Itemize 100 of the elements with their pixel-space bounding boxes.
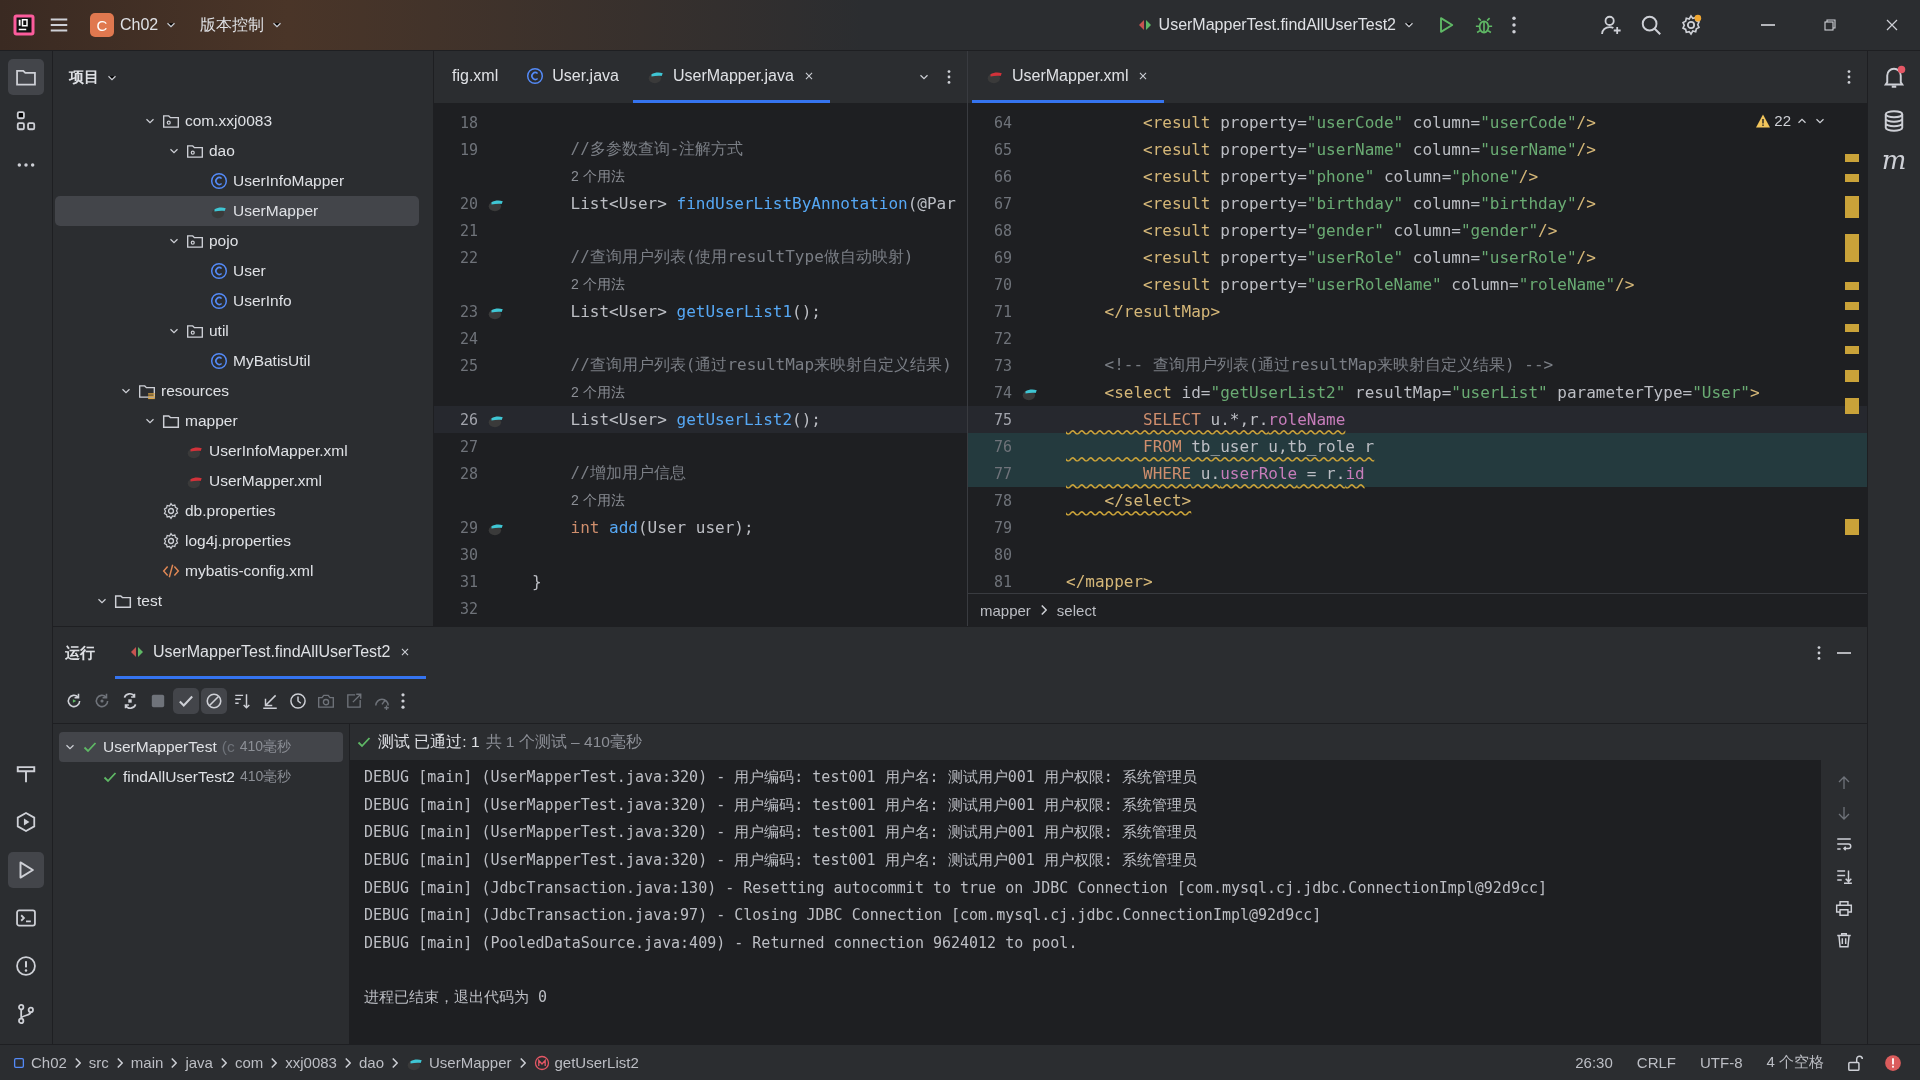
usage-hint[interactable]: 2 个用法 [532, 491, 625, 510]
class-icon [526, 66, 545, 85]
chevron-right-icon [344, 1057, 351, 1068]
path-crumb[interactable]: main [130, 1054, 164, 1071]
usage-hint[interactable]: 2 个用法 [532, 167, 625, 186]
line-number: 26 [458, 410, 478, 429]
structure-icon [15, 110, 37, 132]
caret-position[interactable]: 26:30 [1567, 1054, 1621, 1071]
rerun-icon [93, 692, 111, 710]
path-crumb[interactable]: Ch02 [12, 1054, 67, 1071]
line-ending[interactable]: CRLF [1628, 1054, 1684, 1071]
chevron-right-icon [392, 1057, 398, 1068]
console-line: DEBUG [main] (JdbcTransaction.java:130) - Resetting autocommit to true on JDBC Connection [com.mysql.cj.jdbc.ConnectionImpl@92d9cc] [364, 877, 1549, 899]
search-icon [1640, 14, 1662, 36]
indent-setting[interactable]: 4 个空格 [1758, 1053, 1832, 1072]
line-number: 73 [992, 356, 1012, 375]
tree-item[interactable]: db.properties [55, 496, 419, 526]
more-icon [947, 70, 951, 84]
console-line: DEBUG [main] (UserMapperTest.java:320) - 用户编码: test001 用户名: 测试用户001 用户权限: 系统管理员 [364, 849, 1198, 871]
tree-item[interactable]: test [55, 586, 419, 616]
path-crumb[interactable]: getUserList2 [533, 1054, 639, 1071]
usage-hint[interactable]: 2 个用法 [532, 275, 625, 294]
path-crumb[interactable]: xxj0083 [285, 1054, 337, 1071]
project-switcher[interactable]: C Ch02 [82, 7, 187, 43]
tree-item[interactable]: UserMapper [55, 196, 419, 226]
test-node[interactable]: findAllUserTest2 410毫秒 [59, 762, 343, 792]
line-number: 25 [458, 356, 478, 375]
path-crumb[interactable]: dao [358, 1054, 384, 1071]
tree-item[interactable]: mybatis-config.xml [55, 556, 419, 586]
editor-tab[interactable]: UserMapper.java [632, 51, 830, 103]
editor-tab[interactable]: User.java [512, 51, 633, 103]
tree-item[interactable]: dao [55, 136, 419, 166]
tree-item[interactable]: UserInfoMapper.xml [55, 436, 419, 466]
package-icon [186, 232, 204, 250]
console-line: DEBUG [main] (PooledDataSource.java:409) - Returned connection 9624012 to pool. [364, 932, 1079, 954]
code-line: <result property="birthday" column="birthday"/> [1142, 194, 1596, 213]
class-icon [210, 262, 228, 280]
problems-icon [15, 955, 37, 977]
file-encoding[interactable]: UTF-8 [1692, 1054, 1751, 1071]
code-line: List<User> findUserListByAnnotation(@Par [569, 194, 956, 213]
stop-icon [149, 692, 167, 710]
line-number: 22 [458, 248, 478, 267]
tree-item[interactable]: UserMapper.xml [55, 466, 419, 496]
more-icon [16, 163, 36, 167]
tree-item[interactable]: mapper [55, 406, 419, 436]
code-line: } [532, 572, 542, 591]
line-number: 75 [992, 410, 1012, 429]
package-icon [186, 322, 204, 340]
line-number: 27 [458, 437, 478, 456]
printer-icon [1835, 899, 1853, 917]
code-line: <result property="userName" column="userName"/> [1142, 140, 1596, 159]
tree-item[interactable]: resources [55, 376, 419, 406]
chevron-right-icon [519, 1057, 526, 1068]
project-view-selector[interactable]: 项目 [63, 67, 125, 88]
up-arrow-icon [1836, 775, 1852, 791]
breadcrumb[interactable]: mapper [980, 601, 1031, 619]
tree-item[interactable]: UserInfoMapper [55, 166, 419, 196]
class-icon [210, 292, 228, 310]
vcs-menu[interactable]: 版本控制 [192, 8, 293, 42]
run-config-selector[interactable]: UserMapperTest.findAllUserTest2 [1128, 10, 1424, 40]
tree-item[interactable]: com.xxj0083 [55, 106, 419, 136]
line-number: 72 [992, 329, 1012, 348]
code-line: int add(User user); [569, 518, 754, 537]
code-line: SELECT u.*,r.roleName [1142, 410, 1346, 429]
close-icon [1884, 17, 1900, 33]
line-number: 30 [458, 545, 478, 564]
tree-item[interactable]: util [55, 316, 419, 346]
toolbar-button[interactable] [201, 688, 227, 714]
toolbar-button[interactable] [173, 688, 199, 714]
code-line: <!-- 查询用户列表(通过resultMap来映射自定义结果) --> [1103, 355, 1554, 376]
tree-item[interactable]: log4j.properties [55, 526, 419, 556]
code-line: <result property="phone" column="phone"/> [1142, 167, 1539, 186]
tool-window-button[interactable] [8, 59, 44, 95]
path-crumb[interactable]: com [234, 1054, 264, 1071]
run-tab[interactable]: UserMapperTest.findAllUserTest2 [115, 627, 427, 679]
path-crumb[interactable]: java [185, 1054, 213, 1071]
line-number: 19 [458, 140, 478, 159]
line-number: 76 [992, 437, 1012, 456]
tree-item[interactable]: User [55, 256, 419, 286]
line-number: 28 [458, 464, 478, 483]
usage-hint[interactable]: 2 个用法 [532, 383, 625, 402]
chevron-right-icon [116, 1057, 123, 1068]
tool-window-button[interactable] [8, 852, 44, 888]
console-line: DEBUG [main] (JdbcTransaction.java:97) - Closing JDBC Connection [com.mysql.cj.jdbc.ConnectionImpl@92d9cc] [364, 905, 1323, 927]
package-icon [162, 112, 180, 130]
hammer-icon [15, 763, 37, 785]
editor-tab[interactable]: fig.xml [438, 51, 513, 103]
breadcrumb[interactable]: select [1056, 601, 1097, 619]
maven-button[interactable]: m [1875, 147, 1913, 173]
code-line: <select id="getUserList2" resultMap="userList" parameterType="User"> [1103, 383, 1760, 402]
tree-item[interactable]: UserInfo [55, 286, 419, 316]
error-icon [1884, 1053, 1902, 1072]
tree-item[interactable]: MyBatisUtil [55, 346, 419, 376]
warning-count[interactable]: 22 [1755, 112, 1791, 129]
app-logo-icon [12, 13, 36, 37]
tree-item[interactable]: pojo [55, 226, 419, 256]
trash-icon [1835, 931, 1853, 949]
down-arrow-icon [1836, 805, 1852, 821]
path-crumb[interactable]: src [88, 1054, 109, 1071]
path-crumb[interactable]: UserMapper [406, 1053, 512, 1072]
